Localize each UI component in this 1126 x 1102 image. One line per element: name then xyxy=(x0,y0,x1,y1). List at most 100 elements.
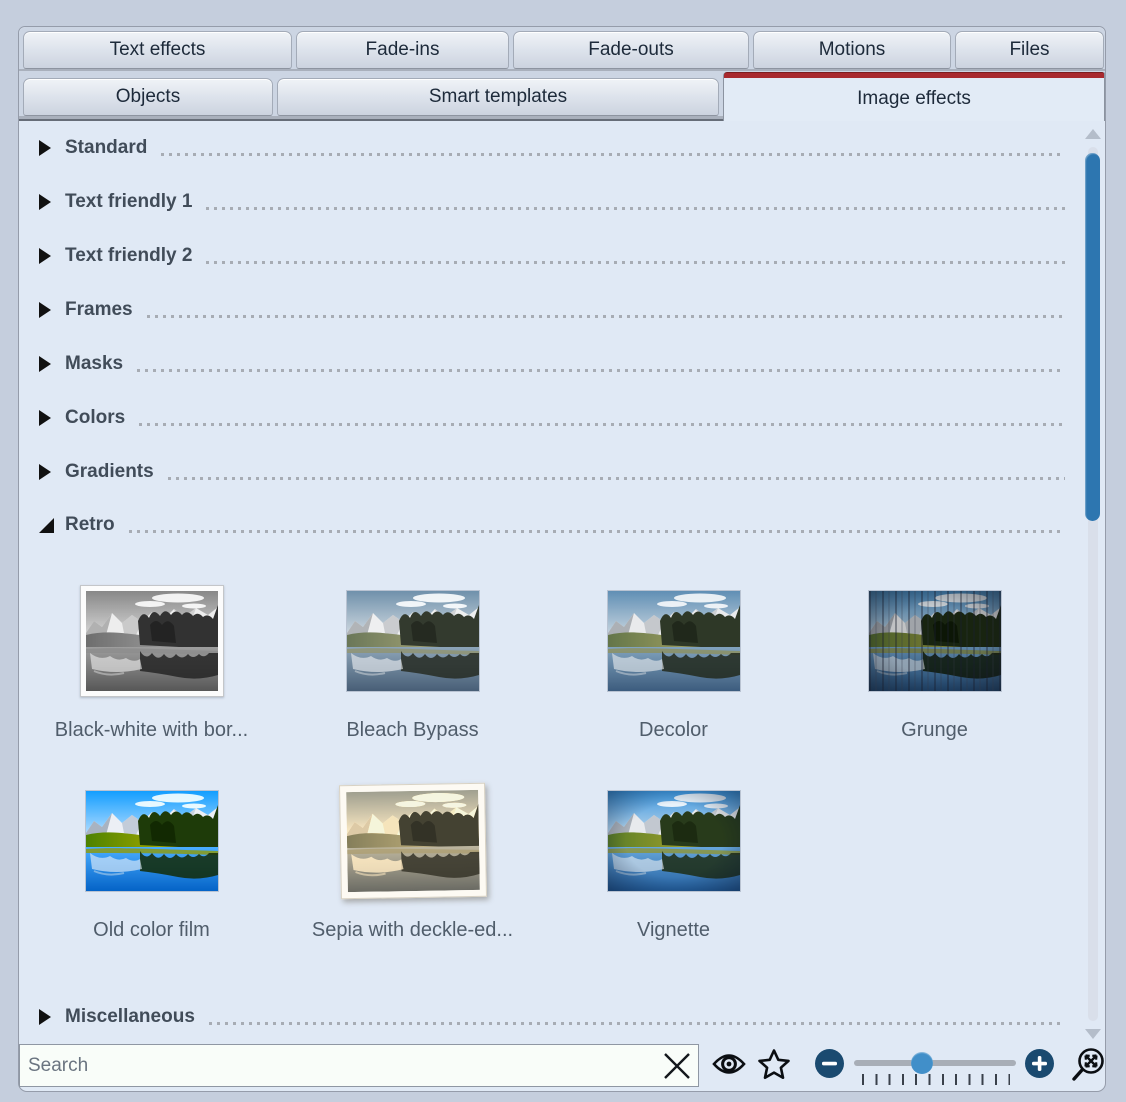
category-text-friendly-2[interactable]: Text friendly 2 xyxy=(39,243,1065,269)
expand-arrow-icon[interactable] xyxy=(39,410,55,426)
plus-icon xyxy=(1031,1055,1048,1072)
fit-zoom-magnifier-icon xyxy=(1070,1046,1108,1084)
category-miscellaneous[interactable]: Miscellaneous xyxy=(39,1004,1065,1030)
expand-arrow-icon[interactable] xyxy=(39,248,55,264)
expand-arrow-icon[interactable] xyxy=(39,140,55,156)
scrollbar-up-icon[interactable] xyxy=(1085,129,1101,139)
tab-text-effects[interactable]: Text effects xyxy=(23,31,292,69)
tab-fade-outs[interactable]: Fade-outs xyxy=(513,31,749,69)
effect-thumbnail[interactable] xyxy=(346,590,480,692)
zoom-in-button[interactable] xyxy=(1025,1049,1054,1078)
tab-label: Image effects xyxy=(724,78,1104,119)
dotted-leader xyxy=(168,477,1065,480)
expand-arrow-icon[interactable] xyxy=(39,356,55,372)
search-box xyxy=(19,1044,699,1087)
category-gradients[interactable]: Gradients xyxy=(39,459,1065,485)
zoom-out-button[interactable] xyxy=(815,1049,844,1078)
fit-view-button[interactable] xyxy=(1070,1046,1108,1084)
tab-label: Objects xyxy=(116,86,180,108)
tab-motions[interactable]: Motions xyxy=(753,31,951,69)
category-masks[interactable]: Masks xyxy=(39,351,1065,377)
category-label: Standard xyxy=(65,137,147,159)
retro-grid-row-2: Old color film Sepia with deckle-ed... V… xyxy=(21,783,1081,942)
effect-item-bleach-bypass[interactable]: Bleach Bypass xyxy=(282,583,543,742)
effect-item-decolor[interactable]: Decolor xyxy=(543,583,804,742)
category-label: Retro xyxy=(65,514,115,536)
tab-objects[interactable]: Objects xyxy=(23,78,273,116)
effect-thumbnail[interactable] xyxy=(607,590,741,692)
tab-image-effects[interactable]: Image effects xyxy=(723,72,1105,121)
category-label: Gradients xyxy=(65,461,154,483)
effect-thumbnail[interactable] xyxy=(868,590,1002,692)
favorites-star-button[interactable] xyxy=(756,1047,792,1081)
clear-search-icon[interactable] xyxy=(656,1045,698,1086)
expand-arrow-icon[interactable] xyxy=(39,464,55,480)
effect-thumbnail[interactable] xyxy=(339,783,487,900)
effect-item-vignette[interactable]: Vignette xyxy=(543,783,804,942)
expand-arrow-icon[interactable] xyxy=(39,302,55,318)
category-text-friendly-1[interactable]: Text friendly 1 xyxy=(39,189,1065,215)
effect-label: Bleach Bypass xyxy=(346,719,478,742)
empty-cell xyxy=(804,783,1065,942)
category-standard[interactable]: Standard xyxy=(39,135,1065,161)
tab-smart-templates[interactable]: Smart templates xyxy=(277,78,719,116)
tab-fade-ins[interactable]: Fade-ins xyxy=(296,31,509,69)
zoom-slider[interactable] xyxy=(854,1044,1016,1084)
tab-row-divider xyxy=(19,69,1105,71)
collapse-arrow-icon[interactable] xyxy=(39,518,55,533)
content-top-border xyxy=(19,119,724,121)
category-retro[interactable]: Retro xyxy=(39,512,1065,538)
dotted-leader xyxy=(161,153,1065,156)
dotted-leader xyxy=(129,530,1065,533)
dotted-leader xyxy=(206,261,1065,264)
effect-item-old-color-film[interactable]: Old color film xyxy=(21,783,282,942)
expand-arrow-icon[interactable] xyxy=(39,194,55,210)
effect-thumbnail[interactable] xyxy=(80,585,224,697)
effect-label: Decolor xyxy=(639,719,708,742)
eye-icon xyxy=(711,1051,747,1077)
retro-grid-row-1: Black-white with bor... Bleach Bypass De… xyxy=(21,583,1081,742)
expand-arrow-icon[interactable] xyxy=(39,1009,55,1025)
star-icon xyxy=(757,1048,791,1081)
dotted-leader xyxy=(137,369,1065,372)
preview-eye-button[interactable] xyxy=(711,1049,747,1079)
effect-item-black-white-border[interactable]: Black-white with bor... xyxy=(21,583,282,742)
scrollbar-thumb[interactable] xyxy=(1085,153,1100,521)
category-label: Miscellaneous xyxy=(65,1006,195,1028)
effect-label: Black-white with bor... xyxy=(55,719,248,742)
slider-thumb[interactable] xyxy=(911,1052,933,1074)
tab-files[interactable]: Files xyxy=(955,31,1104,69)
slider-track[interactable] xyxy=(854,1060,1016,1066)
effect-label: Sepia with deckle-ed... xyxy=(312,919,513,942)
dotted-leader xyxy=(206,207,1065,210)
dotted-leader xyxy=(147,315,1065,318)
tab-label: Fade-outs xyxy=(588,39,674,61)
category-label: Frames xyxy=(65,299,133,321)
vertical-scrollbar[interactable] xyxy=(1081,123,1105,1045)
tab-label: Smart templates xyxy=(429,86,567,108)
effect-label: Vignette xyxy=(637,919,710,942)
tab-label: Text effects xyxy=(110,39,206,61)
dotted-leader xyxy=(139,423,1065,426)
effect-thumbnail[interactable] xyxy=(85,790,219,892)
tab-label: Files xyxy=(1009,39,1049,61)
effect-label: Old color film xyxy=(93,919,210,942)
category-label: Text friendly 2 xyxy=(65,245,192,267)
template-panel: Text effects Fade-ins Fade-outs Motions … xyxy=(18,26,1106,1092)
minus-icon xyxy=(821,1055,838,1072)
tab-label: Motions xyxy=(819,39,886,61)
tab-label: Fade-ins xyxy=(366,39,440,61)
dotted-leader xyxy=(209,1022,1065,1025)
effect-thumbnail[interactable] xyxy=(607,790,741,892)
category-frames[interactable]: Frames xyxy=(39,297,1065,323)
effect-label: Grunge xyxy=(901,719,968,742)
search-input[interactable] xyxy=(20,1055,656,1077)
slider-ticks xyxy=(862,1074,1010,1085)
category-colors[interactable]: Colors xyxy=(39,405,1065,431)
scrollbar-down-icon[interactable] xyxy=(1085,1029,1101,1039)
category-label: Text friendly 1 xyxy=(65,191,192,213)
effect-item-sepia-deckle[interactable]: Sepia with deckle-ed... xyxy=(282,783,543,942)
category-label: Masks xyxy=(65,353,123,375)
category-label: Colors xyxy=(65,407,125,429)
effect-item-grunge[interactable]: Grunge xyxy=(804,583,1065,742)
